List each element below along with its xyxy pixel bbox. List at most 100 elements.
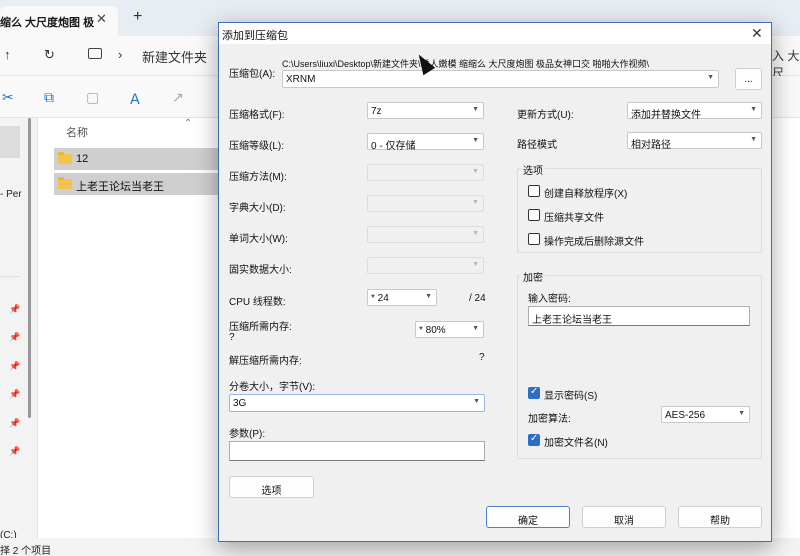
column-header-name[interactable]: 名称 [66,124,88,140]
rename-icon[interactable]: Ａ [128,89,142,109]
format-label: 压缩格式(F): [229,110,285,121]
refresh-icon[interactable]: ↻ [44,47,55,63]
breadcrumb[interactable]: 新建文件夹 [142,47,207,66]
path-mode-label: 路径模式 [517,140,557,151]
format-value: 7z [371,106,382,117]
sidebar-item-label[interactable]: - Per [0,189,22,200]
cpu-threads-total: / 24 [469,293,486,304]
chevron-down-icon: ▼ [707,74,714,81]
options-button[interactable]: 选项 [229,476,314,498]
sort-indicator-icon: ⌃ [184,118,193,129]
cancel-button[interactable]: 取消 [582,506,666,528]
solid-size-label: 固实数据大小: [229,265,292,276]
close-icon[interactable]: ✕ [96,11,107,27]
shared-files-label[interactable]: 压缩共享文件 [544,209,604,224]
encryption-method-value: AES-256 [665,410,706,421]
dialog-title-bar[interactable]: 添加到压缩包 ✕ [219,23,771,44]
folder-icon [58,177,72,189]
delete-after-label[interactable]: 操作完成后删除源文件 [544,233,644,248]
chevron-down-icon: ▼ [425,293,432,300]
encryption-group: 加密 输入密码: 上老王论坛当老王 显示密码(S) 加密算法: AES-256 … [517,269,762,459]
level-select[interactable]: 0 - 仅存储 ▼ [367,133,484,152]
word-size-label: 单词大小(W): [229,234,288,245]
memory-question: ? [229,332,235,343]
monitor-icon [88,48,102,59]
archive-path: C:\Users\liuxi\Desktop\新建文件夹\诱人嫩模 缩缩么 大尺… [282,59,650,69]
pin-icon: 📌 [9,389,21,399]
paste-icon[interactable]: ▢ [86,89,99,106]
update-mode-value: 添加并替换文件 [631,110,701,121]
chevron-down-icon: ▼ [750,136,757,143]
close-icon[interactable]: ✕ [751,25,763,42]
file-row[interactable]: 上老王论坛当老王 [54,173,224,195]
chevron-down-icon: ▼ [472,106,479,113]
dictionary-label: 字典大小(D): [229,203,286,214]
sidebar-scrollbar[interactable] [28,118,31,418]
delete-after-checkbox[interactable] [528,233,540,245]
path-mode-value: 相对路径 [631,140,671,151]
file-row[interactable]: 12 [54,148,224,170]
share-icon[interactable]: ↗ [172,89,184,106]
dictionary-select[interactable]: ▼ [367,195,484,212]
pin-icon: 📌 [9,418,21,428]
volume-size-value: 3G [233,398,247,409]
chevron-down-icon: ▼ [472,230,479,237]
cut-icon[interactable]: ✂ [2,89,14,106]
up-arrow-icon[interactable]: ↑ [4,47,11,62]
parameters-label: 参数(P): [229,429,266,440]
password-value: 上老王论坛当老王 [532,315,612,326]
word-size-select[interactable]: ▼ [367,226,484,243]
update-mode-label: 更新方式(U): [517,110,574,121]
method-label: 压缩方法(M): [229,172,287,183]
path-mode-select[interactable]: 相对路径 ▼ [627,132,762,151]
cpu-threads-value: * 24 [371,293,389,304]
help-button[interactable]: 帮助 [678,506,762,528]
memory-label: 压缩所需内存: [229,322,292,333]
encrypt-names-checkbox[interactable] [528,433,540,446]
cpu-threads-select[interactable]: * 24 ▼ [367,289,437,306]
explorer-sidebar: - Per 📌 📌 📌 📌 📌 📌 [0,118,38,538]
decompress-memory-label: 解压缩所需内存: [229,356,302,367]
folder-icon [58,152,72,164]
browse-button[interactable]: ... [735,68,762,90]
add-to-archive-dialog: 添加到压缩包 ✕ 压缩包(A): C:\Users\liuxi\Desktop\… [218,22,772,542]
ok-button[interactable]: 确定 [486,506,570,528]
sidebar-selected-item[interactable] [0,126,20,158]
encrypt-names-label[interactable]: 加密文件名(N) [544,434,608,449]
encryption-method-select[interactable]: AES-256 ▼ [661,406,750,423]
archive-name-combo[interactable]: XRNM ▼ [282,70,719,88]
chevron-down-icon: ▼ [472,261,479,268]
volume-size-combo[interactable]: 3G ▼ [229,394,485,412]
shared-files-checkbox[interactable] [528,209,540,221]
update-mode-select[interactable]: 添加并替换文件 ▼ [627,102,762,121]
parameters-input[interactable] [229,441,485,461]
chevron-down-icon: ▼ [473,398,480,405]
cpu-threads-label: CPU 线程数: [229,297,286,308]
chevron-down-icon: ▼ [472,137,479,144]
breadcrumb-separator: › [118,47,123,62]
password-input[interactable]: 上老王论坛当老王 [528,306,750,326]
copy-icon[interactable]: ⧉ [44,89,54,106]
show-password-label[interactable]: 显示密码(S) [544,387,597,402]
method-select[interactable]: ▼ [367,164,484,181]
level-value: 0 - 仅存储 [371,141,416,152]
archive-name-value: XRNM [286,74,316,85]
sfx-checkbox[interactable] [528,185,540,197]
solid-size-select[interactable]: ▼ [367,257,484,274]
show-password-checkbox[interactable] [528,386,540,399]
chevron-down-icon: ▼ [750,106,757,113]
sfx-label[interactable]: 创建自释放程序(X) [544,185,627,200]
explorer-tab[interactable]: 缩么 大尺度炮图 极 ✕ [0,6,118,36]
format-select[interactable]: 7z ▼ [367,102,484,119]
new-tab-icon[interactable]: + [133,8,142,26]
password-label: 输入密码: [528,294,571,305]
memory-select[interactable]: * 80% ▼ [415,321,484,338]
pin-icon: 📌 [9,304,21,314]
options-group-title: 选项 [521,162,545,177]
file-name: 12 [76,153,89,165]
level-label: 压缩等级(L): [229,141,284,152]
memory-value: * 80% [419,325,446,336]
status-text: 择 2 个项目 [0,546,52,556]
chevron-down-icon: ▼ [472,325,479,332]
encryption-group-title: 加密 [521,269,545,284]
